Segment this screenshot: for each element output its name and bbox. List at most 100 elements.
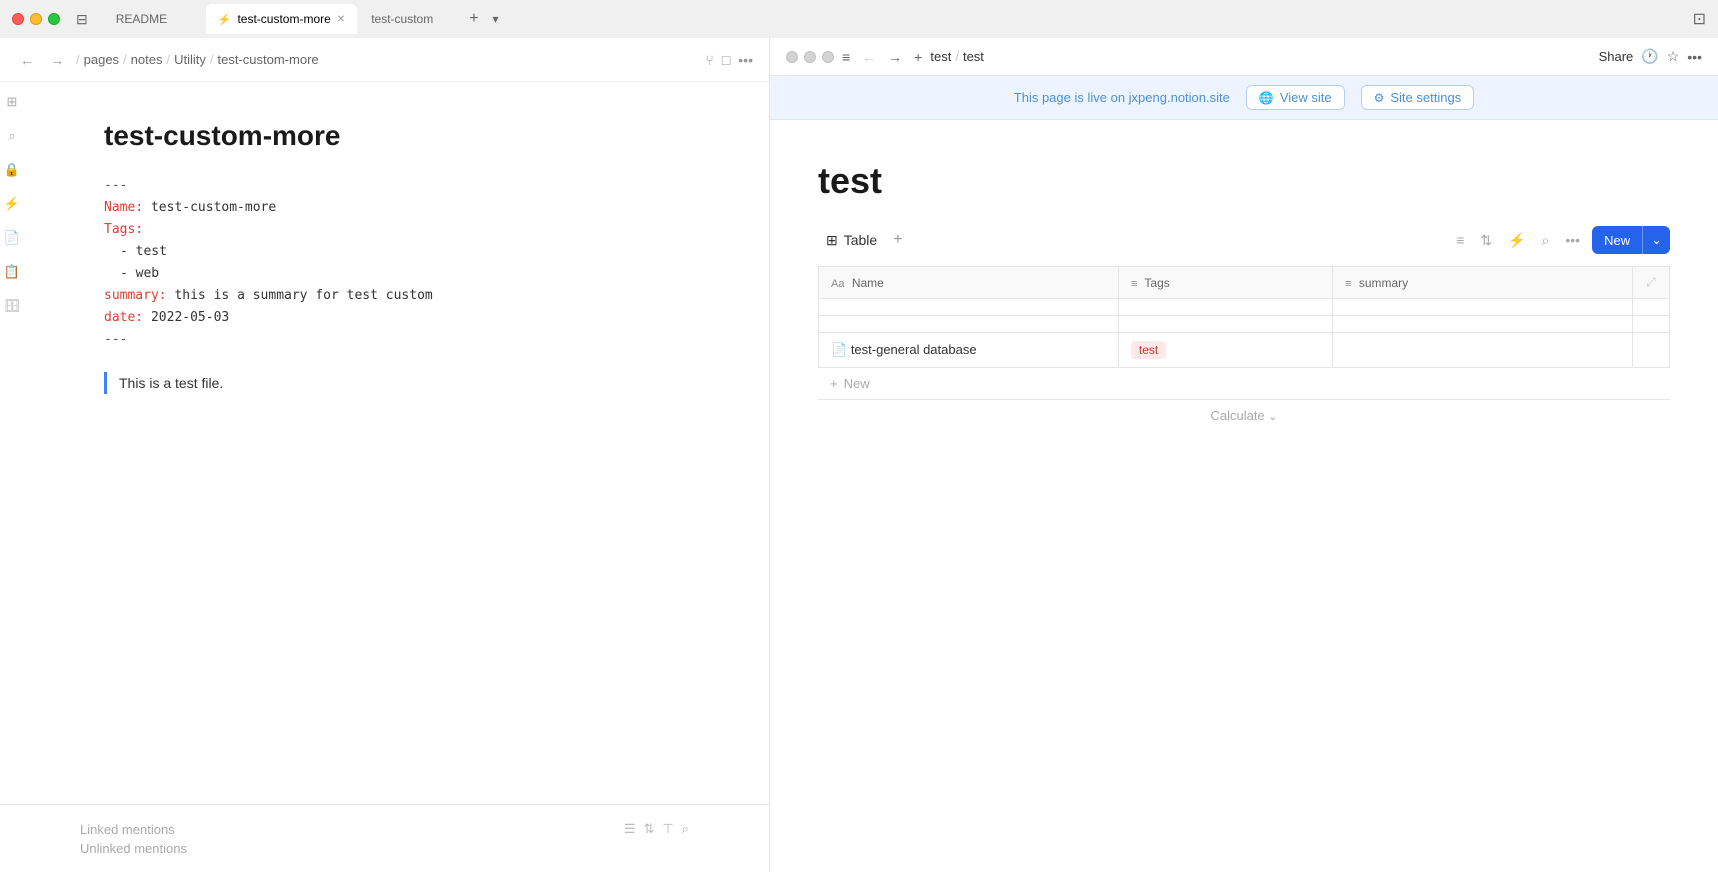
tab-dropdown-button[interactable]: ▾ xyxy=(493,12,499,26)
table-row-empty-1 xyxy=(819,299,1670,316)
split-view-button[interactable]: ⊡ xyxy=(1693,9,1706,29)
url-part-2: test xyxy=(963,49,984,64)
add-tab-button[interactable]: + xyxy=(461,10,486,28)
document-icon[interactable]: 📄 xyxy=(4,230,20,246)
mentions-header: Linked mentions ☰ ⇅ ⊤ ⌕ xyxy=(80,821,689,837)
table-label: Table xyxy=(844,232,877,248)
grid-icon[interactable]: ⊞ xyxy=(7,94,18,110)
page-title: test-custom-more xyxy=(104,114,689,159)
breadcrumb-utility[interactable]: Utility xyxy=(174,52,206,67)
search-mentions-icon[interactable]: ⌕ xyxy=(682,821,689,837)
close-window-button[interactable] xyxy=(12,13,24,25)
browser-add-icon[interactable]: + xyxy=(914,49,922,65)
breadcrumb-current[interactable]: test-custom-more xyxy=(218,52,319,67)
row1-summary-cell[interactable] xyxy=(1333,299,1633,316)
sort-mentions-icon[interactable]: ⇅ xyxy=(643,821,654,837)
db-lightning-icon[interactable]: ⚡ xyxy=(1504,228,1529,253)
share-button[interactable]: Share xyxy=(1599,49,1634,64)
add-view-button[interactable]: + xyxy=(893,231,902,249)
calculate-row[interactable]: Calculate ⌄ xyxy=(818,400,1670,431)
data-expand-cell xyxy=(1632,333,1669,368)
lock-icon[interactable]: 🔒 xyxy=(4,162,20,178)
search-sidebar-icon[interactable]: ⌕ xyxy=(8,128,15,144)
fm-tags-key: Tags: xyxy=(104,222,143,237)
view-site-button[interactable]: 🌐 View site xyxy=(1246,85,1345,110)
template-icon[interactable]: 📋 xyxy=(4,264,20,280)
url-part-1: test xyxy=(930,49,951,64)
right-max-btn[interactable] xyxy=(822,51,834,63)
url-bar[interactable]: test / test xyxy=(930,49,984,64)
table-view-button[interactable]: ⊞ Table xyxy=(818,228,885,253)
th-name: Aa Name xyxy=(819,267,1119,299)
open-icon[interactable]: □ xyxy=(722,52,730,68)
tab-readme-label: README xyxy=(116,12,167,26)
new-record-button[interactable]: New ⌄ xyxy=(1592,226,1670,254)
row2-name-cell[interactable] xyxy=(819,316,1119,333)
data-row-name: test-general database xyxy=(851,342,977,357)
list-view-icon[interactable]: ☰ xyxy=(624,821,636,837)
db-search-icon[interactable]: ⌕ xyxy=(1538,228,1554,253)
data-name-cell[interactable]: 📄 test-general database xyxy=(819,333,1119,368)
site-settings-button[interactable]: ⚙ Site settings xyxy=(1361,85,1475,110)
row1-name-cell[interactable] xyxy=(819,299,1119,316)
right-close-btn[interactable] xyxy=(786,51,798,63)
maximize-window-button[interactable] xyxy=(48,13,60,25)
hierarchy-icon[interactable]: ⊤ xyxy=(662,821,673,837)
breadcrumb-pages[interactable]: pages xyxy=(84,52,119,67)
site-settings-label: Site settings xyxy=(1390,90,1461,105)
right-min-btn[interactable] xyxy=(804,51,816,63)
history-icon[interactable]: 🕐 xyxy=(1641,48,1658,65)
toolbar-icons: ⑂ □ ••• xyxy=(705,52,753,68)
fork-icon[interactable]: ⑂ xyxy=(705,52,713,68)
forward-button[interactable]: → xyxy=(46,48,68,72)
fm-tag2-line: - web xyxy=(104,263,689,285)
fm-open-dashes: --- xyxy=(104,175,689,197)
tab-test-custom[interactable]: test-custom xyxy=(359,4,459,34)
new-button-label: New xyxy=(1592,227,1642,254)
row1-tags-cell[interactable] xyxy=(1118,299,1332,316)
browser-more-icon[interactable]: ••• xyxy=(1687,49,1702,65)
summary-col-icon: ≡ xyxy=(1345,278,1351,290)
right-content: test ⊞ Table + ≡ ⇅ ⚡ ⌕ ••• New ⌄ xyxy=(770,120,1718,872)
archive-icon[interactable]: 🗄 xyxy=(4,298,21,314)
browser-back-icon[interactable]: ← xyxy=(858,47,880,67)
more-options-icon[interactable]: ••• xyxy=(738,52,753,68)
page-area: ⊞ ⌕ 🔒 ⚡ 📄 📋 🗄 test-custom-more --- Name:… xyxy=(0,82,769,804)
frontmatter-block: --- Name: test-custom-more Tags: - test … xyxy=(104,175,689,352)
blockquote-wrapper: This is a test file. xyxy=(104,372,689,394)
blockquote-text: This is a test file. xyxy=(104,372,689,394)
tab-close-button[interactable]: ✕ xyxy=(337,14,345,25)
th-summary: ≡ summary xyxy=(1333,267,1633,299)
new-button-arrow-icon[interactable]: ⌄ xyxy=(1642,226,1670,254)
tab-test-custom-more-label: test-custom-more xyxy=(237,12,330,26)
main-area: ← → / pages / notes / Utility / test-cus… xyxy=(0,38,1718,872)
row2-tags-cell[interactable] xyxy=(1118,316,1332,333)
data-summary-cell[interactable] xyxy=(1333,333,1633,368)
db-sort-icon[interactable]: ⇅ xyxy=(1476,228,1496,253)
database-table: Aa Name ≡ Tags ≡ summary ⤢ xyxy=(818,266,1670,368)
db-more-icon[interactable]: ••• xyxy=(1561,228,1584,252)
minimize-window-button[interactable] xyxy=(30,13,42,25)
table-header-row: Aa Name ≡ Tags ≡ summary ⤢ xyxy=(819,267,1670,299)
breadcrumb-notes[interactable]: notes xyxy=(131,52,163,67)
right-browser-header: ≡ ← → + test / test Share 🕐 ☆ ••• xyxy=(770,38,1718,76)
th-expand: ⤢ xyxy=(1632,267,1669,299)
database-toolbar: ⊞ Table + ≡ ⇅ ⚡ ⌕ ••• New ⌄ xyxy=(818,226,1670,254)
table-row-empty-2 xyxy=(819,316,1670,333)
hamburger-menu-icon[interactable]: ≡ xyxy=(842,49,850,65)
db-filter-icon[interactable]: ≡ xyxy=(1452,228,1468,252)
add-new-row-button[interactable]: + New xyxy=(818,368,1670,400)
tab-test-custom-more[interactable]: ⚡ test-custom-more ✕ xyxy=(206,4,357,34)
back-button[interactable]: ← xyxy=(16,48,38,72)
live-text: This page is live on jxpeng.notion.site xyxy=(1014,90,1230,105)
row2-summary-cell[interactable] xyxy=(1333,316,1633,333)
fm-summary-key: summary: xyxy=(104,288,167,303)
mentions-icons: ☰ ⇅ ⊤ ⌕ xyxy=(624,821,689,837)
sidebar-toggle-icon[interactable]: ⊟ xyxy=(76,11,88,28)
bookmark-icon[interactable]: ☆ xyxy=(1667,48,1680,65)
tab-readme[interactable]: README xyxy=(104,4,204,34)
data-tags-cell[interactable]: test xyxy=(1118,333,1332,368)
fm-name-key: Name: xyxy=(104,200,143,215)
lightning-sidebar-icon[interactable]: ⚡ xyxy=(4,196,20,212)
browser-forward-icon[interactable]: → xyxy=(884,47,906,67)
